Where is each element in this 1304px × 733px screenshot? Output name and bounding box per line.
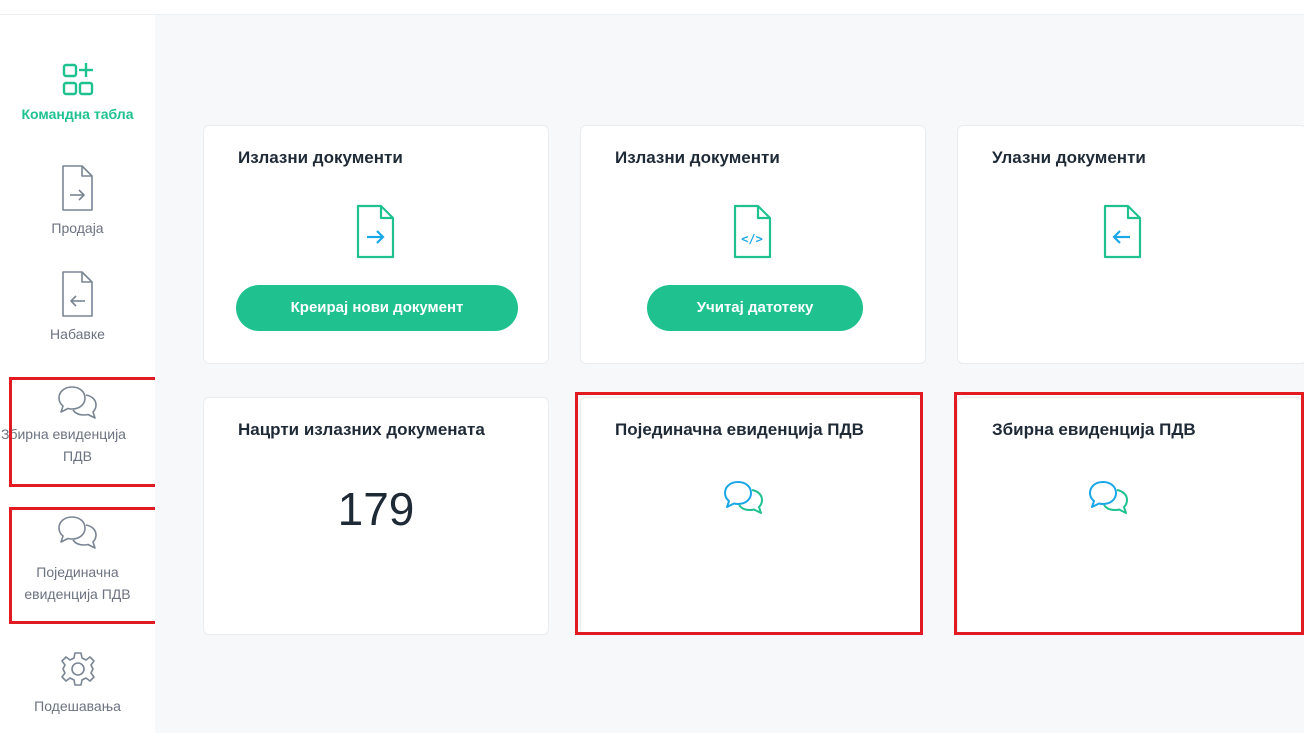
sidebar-item-label: Командна табла — [21, 106, 134, 122]
card-title: Излазни документи — [615, 148, 780, 167]
sidebar: Командна табла Продаја Набавке Збирна ев… — [0, 15, 159, 733]
svg-text:</>: </> — [741, 232, 763, 246]
document-arrow-left-icon — [61, 271, 93, 317]
card-outgoing-upload: Излазни документи </> Учитај датотеку — [580, 125, 926, 364]
card-drafts[interactable]: Нацрти излазних докумената 179 — [203, 397, 549, 635]
sidebar-item-dashboard[interactable]: Командна табла — [0, 59, 155, 125]
create-document-button[interactable]: Креирај нови документ — [236, 285, 518, 331]
drafts-count: 179 — [337, 483, 415, 535]
dashboard-icon — [62, 63, 93, 96]
document-arrow-right-icon — [61, 165, 93, 211]
sidebar-item-label: евиденција ПДВ — [24, 586, 131, 602]
sidebar-item-purchases[interactable]: Набавке — [0, 269, 155, 345]
card-outgoing-create: Излазни документи Креирај нови документ — [203, 125, 549, 364]
chat-bubbles-icon — [57, 516, 97, 549]
card-title: Појединачна евиденција ПДВ — [615, 420, 864, 439]
sidebar-item-individual-vat[interactable]: Појединачна евиденција ПДВ — [0, 513, 155, 605]
sidebar-item-label: Збирна евиденција — [1, 426, 126, 442]
card-title: Излазни документи — [238, 148, 403, 167]
gear-icon — [60, 652, 95, 686]
sidebar-item-settings[interactable]: Подешавања — [0, 649, 155, 717]
document-code-icon: </> — [733, 204, 772, 259]
card-title: Нацрти излазних докумената — [238, 420, 485, 439]
chat-bubbles-icon — [1089, 481, 1128, 514]
document-arrow-right-icon — [356, 204, 395, 259]
document-arrow-left-icon — [1103, 204, 1142, 259]
chat-bubbles-icon — [57, 386, 97, 419]
sidebar-item-sales[interactable]: Продаја — [0, 163, 155, 239]
card-title: Улазни документи — [992, 148, 1146, 167]
sidebar-item-label: Набавке — [50, 326, 105, 342]
card-incoming[interactable]: Улазни документи — [957, 125, 1304, 364]
main-content: Излазни документи Креирај нови документ … — [155, 15, 1304, 733]
sidebar-item-label: Подешавања — [34, 698, 121, 714]
card-title: Збирна евиденција ПДВ — [992, 420, 1196, 439]
upload-file-button[interactable]: Учитај датотеку — [647, 285, 863, 331]
sidebar-item-summary-vat[interactable]: Збирна евиденција ПДВ — [0, 383, 155, 467]
top-bar — [0, 0, 1304, 15]
card-individual-vat[interactable]: Појединачна евиденција ПДВ — [580, 397, 922, 635]
card-summary-vat[interactable]: Збирна евиденција ПДВ — [957, 397, 1303, 635]
sidebar-item-label: Продаја — [51, 220, 104, 236]
sidebar-item-label: Појединачна — [36, 564, 119, 580]
sidebar-item-label: ПДВ — [63, 448, 92, 464]
chat-bubbles-icon — [724, 481, 763, 514]
